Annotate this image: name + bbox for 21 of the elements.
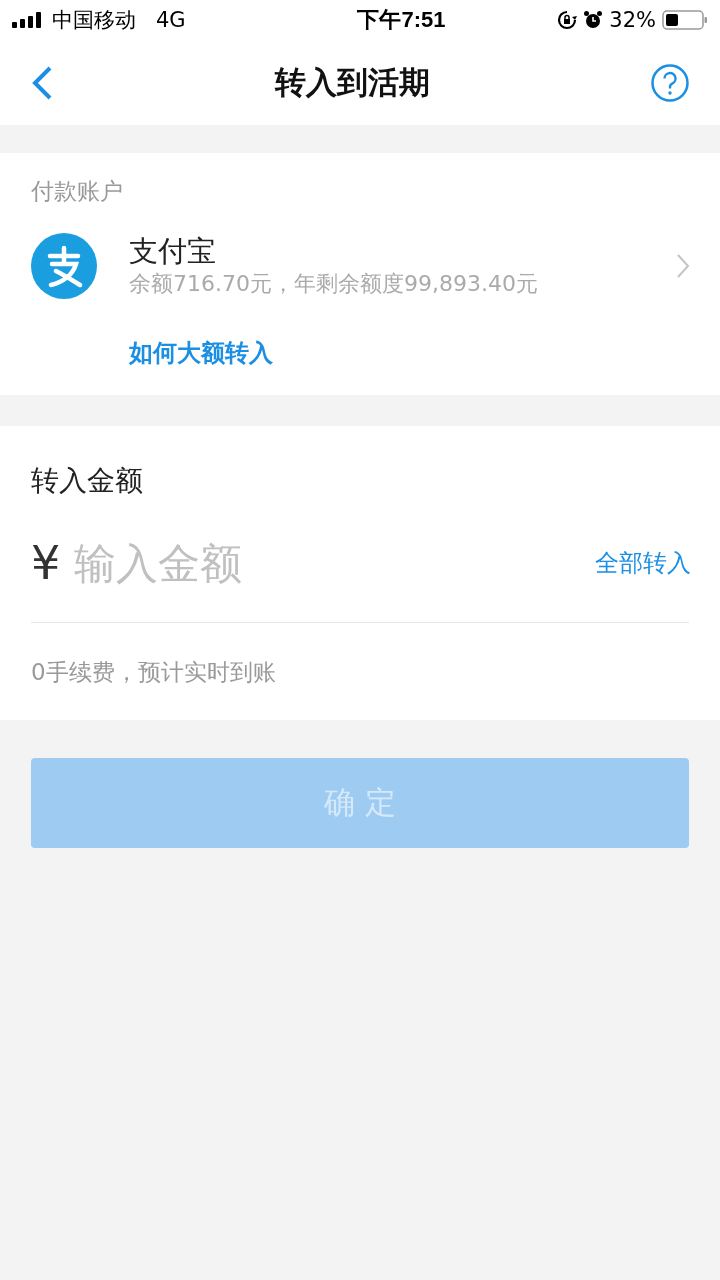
amount-label: 转入金额 xyxy=(31,463,144,499)
transfer-all-button[interactable]: 全部转入 xyxy=(595,547,691,579)
chevron-right-icon xyxy=(676,253,690,279)
account-row[interactable]: 支付宝 余额716.70元，年剩余额度99,893.40元 xyxy=(31,207,720,299)
battery-percent: 32% xyxy=(609,8,656,32)
battery-icon xyxy=(662,10,708,30)
page-title: 转入到活期 xyxy=(274,62,430,102)
network-type: 4G xyxy=(156,8,186,32)
carrier-name: 中国移动 xyxy=(52,7,136,34)
back-button[interactable] xyxy=(30,64,54,101)
alarm-icon xyxy=(583,10,604,30)
rotation-lock-icon xyxy=(557,10,578,30)
section-label: 付款账户 xyxy=(31,177,124,206)
large-transfer-link[interactable]: 如何大额转入 xyxy=(129,339,273,367)
help-button[interactable] xyxy=(650,62,690,103)
alipay-logo-icon xyxy=(31,233,97,299)
account-name: 支付宝 xyxy=(129,233,217,269)
fee-note: 0手续费，预计实时到账 xyxy=(31,658,277,687)
currency-symbol: ¥ xyxy=(31,536,61,590)
account-balance: 余额716.70元，年剩余额度99,893.40元 xyxy=(129,270,539,298)
status-time: 下午7:51 xyxy=(357,6,446,34)
